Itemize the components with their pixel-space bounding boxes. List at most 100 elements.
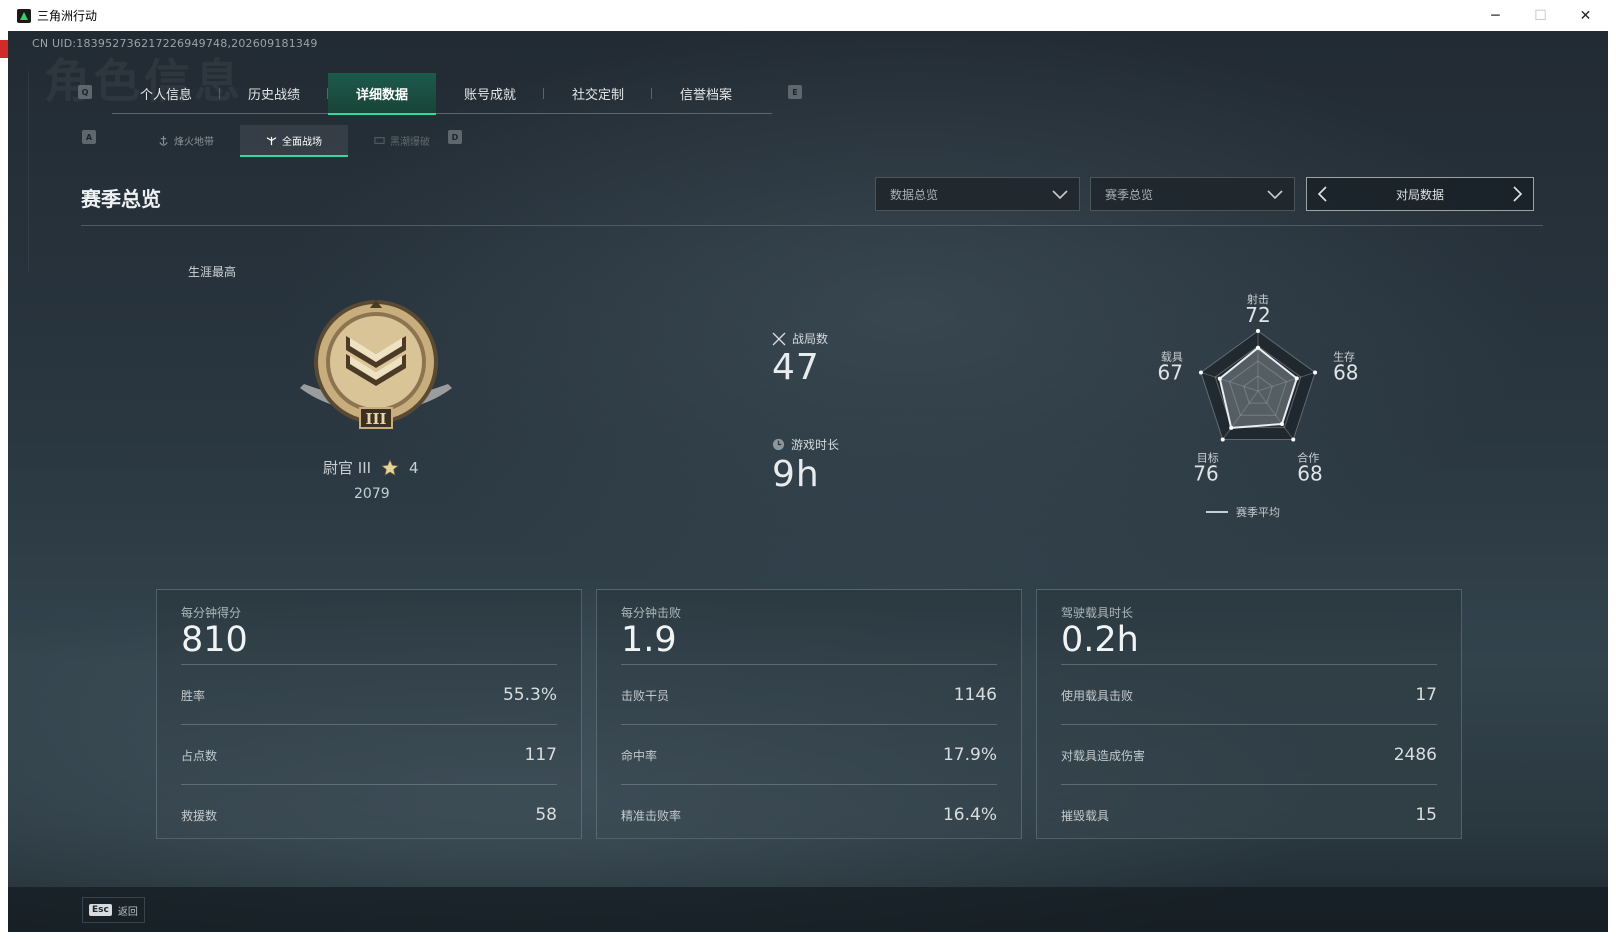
radar-axis-end [1198, 370, 1203, 375]
row-value: 58 [535, 805, 557, 825]
row-value: 16.4% [942, 805, 997, 825]
row-label: 摧毁载具 [1061, 808, 1110, 823]
back-button[interactable]: Esc 返回 [82, 897, 145, 923]
key-hint-e: E [788, 85, 802, 99]
stat-card-kills: 每分钟击败 1.9 击败干员 1146 命中率 17.9% 精准击败率 16.4% [596, 589, 1022, 839]
card-main-value: 1.9 [621, 620, 677, 660]
subtab-warzone[interactable]: 烽火地带 [132, 125, 240, 155]
radar-axis-end [1313, 370, 1318, 375]
row-value: 1146 [953, 685, 997, 705]
mode-tabs: 烽火地带 全面战场 黑潮爆破 [132, 125, 456, 157]
maximize-button[interactable]: ☐ [1518, 0, 1563, 31]
card-row: 摧毁载具 15 [1061, 784, 1437, 845]
tab-personal-info[interactable]: 个人信息 [112, 73, 220, 113]
card-row: 占点数 117 [181, 724, 557, 785]
card-row: 击败干员 1146 [621, 664, 997, 725]
chevron-left-icon[interactable] [1315, 186, 1331, 202]
rank-row: 尉官 III 4 [323, 457, 419, 478]
row-value: 55.3% [502, 685, 557, 705]
chevron-down-icon [1052, 190, 1068, 200]
window-controls: ─ ☐ ✕ [1473, 0, 1608, 31]
card-row: 命中率 17.9% [621, 724, 997, 785]
subtab-full-battlefield[interactable]: 全面战场 [240, 125, 348, 157]
matches-label-row: 战局数 [772, 330, 828, 347]
grid-icon [374, 136, 385, 144]
dropdown-value: 数据总览 [890, 187, 939, 202]
card-title: 驾驶载具时长 [1061, 606, 1134, 620]
chevron-right-icon[interactable] [1509, 186, 1525, 202]
card-row: 精准击败率 16.4% [621, 784, 997, 845]
app-icon [17, 8, 31, 23]
row-label: 占点数 [181, 748, 218, 763]
row-label: 命中率 [621, 748, 658, 763]
tab-achievements[interactable]: 账号成就 [436, 73, 544, 113]
rank-name: 尉官 III [323, 459, 372, 477]
rank-medal-icon: III [300, 300, 452, 429]
radar-axis-end [1256, 329, 1260, 333]
row-value: 15 [1415, 805, 1437, 825]
row-label: 对载具造成伤害 [1061, 748, 1146, 763]
minimize-button[interactable]: ─ [1473, 0, 1518, 31]
legend-label: 赛季平均 [1236, 506, 1280, 519]
radar-axis-value: 67 [1157, 360, 1182, 384]
clock-icon [772, 438, 785, 451]
key-hint-d: D [448, 130, 462, 144]
radar-data-point [1294, 376, 1299, 381]
card-row: 救援数 58 [181, 784, 557, 845]
tab-credit-record[interactable]: 信誉档案 [652, 73, 760, 113]
row-label: 击败干员 [621, 688, 670, 703]
radar-axis-end [1220, 437, 1225, 442]
svg-text:III: III [365, 410, 386, 428]
wings-icon [266, 136, 277, 145]
game-viewport: 角色信息 CN UID:1839527362172269497​48,20260… [8, 31, 1608, 932]
bottom-bar: Esc 返回 [8, 887, 1608, 932]
esc-key-hint: Esc [89, 904, 112, 916]
tab-social[interactable]: 社交定制 [544, 73, 652, 113]
tab-detailed-data[interactable]: 详细数据 [328, 73, 436, 115]
career-best-label: 生涯最高 [188, 265, 237, 279]
header-divider [81, 225, 1543, 226]
chevron-down-icon [1267, 190, 1283, 200]
radar-data-point [1229, 425, 1234, 430]
row-label: 使用载具击败 [1061, 688, 1134, 703]
dropdown-value: 赛季总览 [1105, 187, 1154, 202]
card-row: 胜率 55.3% [181, 664, 557, 725]
subtab-label: 黑潮爆破 [390, 136, 430, 148]
window-titlebar: 三角洲行动 ─ ☐ ✕ [8, 0, 1608, 32]
pager-label: 对局数据 [1395, 187, 1444, 202]
section-title: 赛季总览 [81, 187, 161, 211]
card-row: 使用载具击败 17 [1061, 664, 1437, 725]
season-dropdown[interactable]: 赛季总览 [1090, 177, 1295, 211]
anchor-icon [159, 135, 168, 146]
crossed-swords-icon [772, 332, 786, 345]
back-label: 返回 [117, 906, 138, 918]
card-main-value: 810 [181, 620, 248, 660]
close-button[interactable]: ✕ [1563, 0, 1608, 31]
main-tabs: 个人信息 历史战绩 详细数据 账号成就 社交定制 信誉档案 [112, 73, 772, 115]
radar-axis-value: 72 [1245, 303, 1270, 327]
ability-radar-chart: 射击72生存68合作68目标76载具67 [1157, 292, 1358, 486]
row-label: 精准击败率 [621, 808, 682, 823]
stat-card-score: 每分钟得分 810 胜率 55.3% 占点数 117 救援数 58 [156, 589, 582, 839]
match-data-pager: 对局数据 [1306, 177, 1534, 211]
radar-legend: 赛季平均 [1206, 504, 1280, 520]
playtime-label-row: 游戏时长 [772, 436, 839, 453]
tab-match-history[interactable]: 历史战绩 [220, 73, 328, 113]
row-label: 胜率 [181, 688, 206, 703]
card-main-value: 0.2h [1061, 620, 1139, 660]
subtab-label: 烽火地带 [174, 136, 214, 148]
star-icon [381, 458, 400, 476]
data-overview-dropdown[interactable]: 数据总览 [875, 177, 1080, 211]
row-label: 救援数 [181, 808, 218, 823]
row-value: 17.9% [942, 745, 997, 765]
radar-axis-end [1291, 437, 1296, 442]
card-title: 每分钟得分 [181, 606, 242, 620]
subtab-blackout[interactable]: 黑潮爆破 [348, 125, 456, 155]
uid-label: CN UID:1839527362172269497​48,2026091813… [32, 37, 318, 50]
rank-score: 2079 [354, 486, 390, 502]
legend-line [1206, 511, 1228, 513]
playtime-value: 9h [772, 454, 820, 495]
radar-data-point [1256, 345, 1260, 350]
radar-data-point [1217, 376, 1222, 381]
radar-axis-value: 76 [1193, 462, 1218, 486]
